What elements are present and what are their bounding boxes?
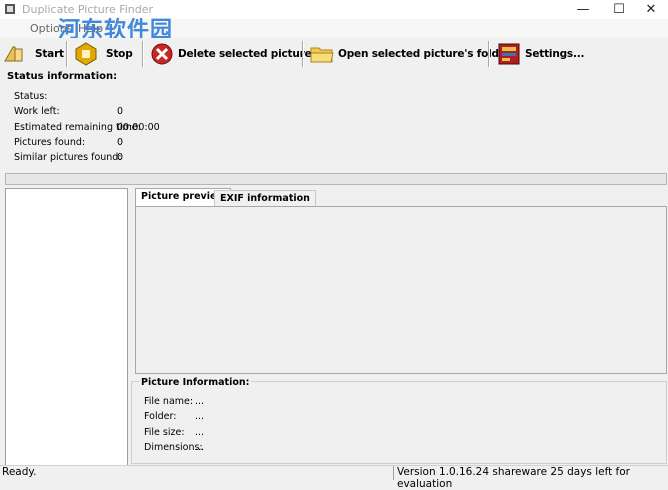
start-label: Start: [35, 48, 64, 60]
tab-exif-information[interactable]: EXIF information: [214, 190, 316, 206]
start-button[interactable]: Start: [3, 40, 64, 68]
stop-button[interactable]: Stop: [74, 40, 133, 68]
work-left-value: 0: [117, 106, 124, 117]
file-name-label: File name:: [144, 396, 194, 407]
settings-label: Settings...: [525, 48, 585, 60]
work-left-label: Work left:: [14, 106, 60, 117]
pictures-found-label: Pictures found:: [14, 137, 86, 148]
delete-icon: [151, 43, 173, 65]
picture-info-group: [131, 381, 667, 464]
close-button[interactable]: ✕: [632, 0, 668, 19]
toolbar-separator: [142, 41, 144, 67]
folder-label: Folder:: [144, 411, 177, 422]
results-list[interactable]: [5, 188, 128, 466]
start-icon: [4, 46, 23, 62]
toolbar-separator: [66, 41, 68, 67]
dimensions-value: ...: [195, 442, 205, 453]
status-bar-ready: Ready.: [2, 466, 37, 478]
similar-found-value: 0: [117, 152, 124, 163]
open-folder-button[interactable]: Open selected picture's folder: [310, 40, 511, 68]
picture-preview-area: [135, 206, 667, 374]
similar-found-label: Similar pictures found:: [14, 152, 122, 163]
toolbar-separator: [488, 41, 490, 67]
pictures-found-value: 0: [117, 137, 124, 148]
progress-bar: [5, 173, 667, 185]
open-folder-label: Open selected picture's folder: [338, 48, 511, 60]
app-icon: [5, 4, 15, 14]
folder-value: ...: [195, 411, 205, 422]
toolbar-separator: [302, 41, 304, 67]
stop-icon: [75, 42, 97, 66]
file-size-value: ...: [195, 427, 205, 438]
status-bar-version: Version 1.0.16.24 shareware 25 days left…: [397, 466, 630, 490]
delete-label: Delete selected pictures...: [178, 48, 329, 60]
dimensions-label: Dimensions:: [144, 442, 203, 453]
status-label: Status:: [14, 91, 48, 102]
status-bar-divider: [393, 466, 394, 480]
minimize-button[interactable]: —: [564, 0, 602, 19]
settings-icon: [498, 43, 520, 65]
file-name-value: ...: [195, 396, 205, 407]
file-size-label: File size:: [144, 427, 185, 438]
remaining-time-value: 00:00:00: [117, 122, 160, 133]
status-info-heading: Status information:: [7, 71, 118, 82]
folder-icon: [310, 47, 334, 63]
stop-label: Stop: [106, 48, 133, 60]
picture-info-heading: Picture Information:: [139, 377, 252, 388]
settings-button[interactable]: Settings...: [497, 40, 585, 68]
